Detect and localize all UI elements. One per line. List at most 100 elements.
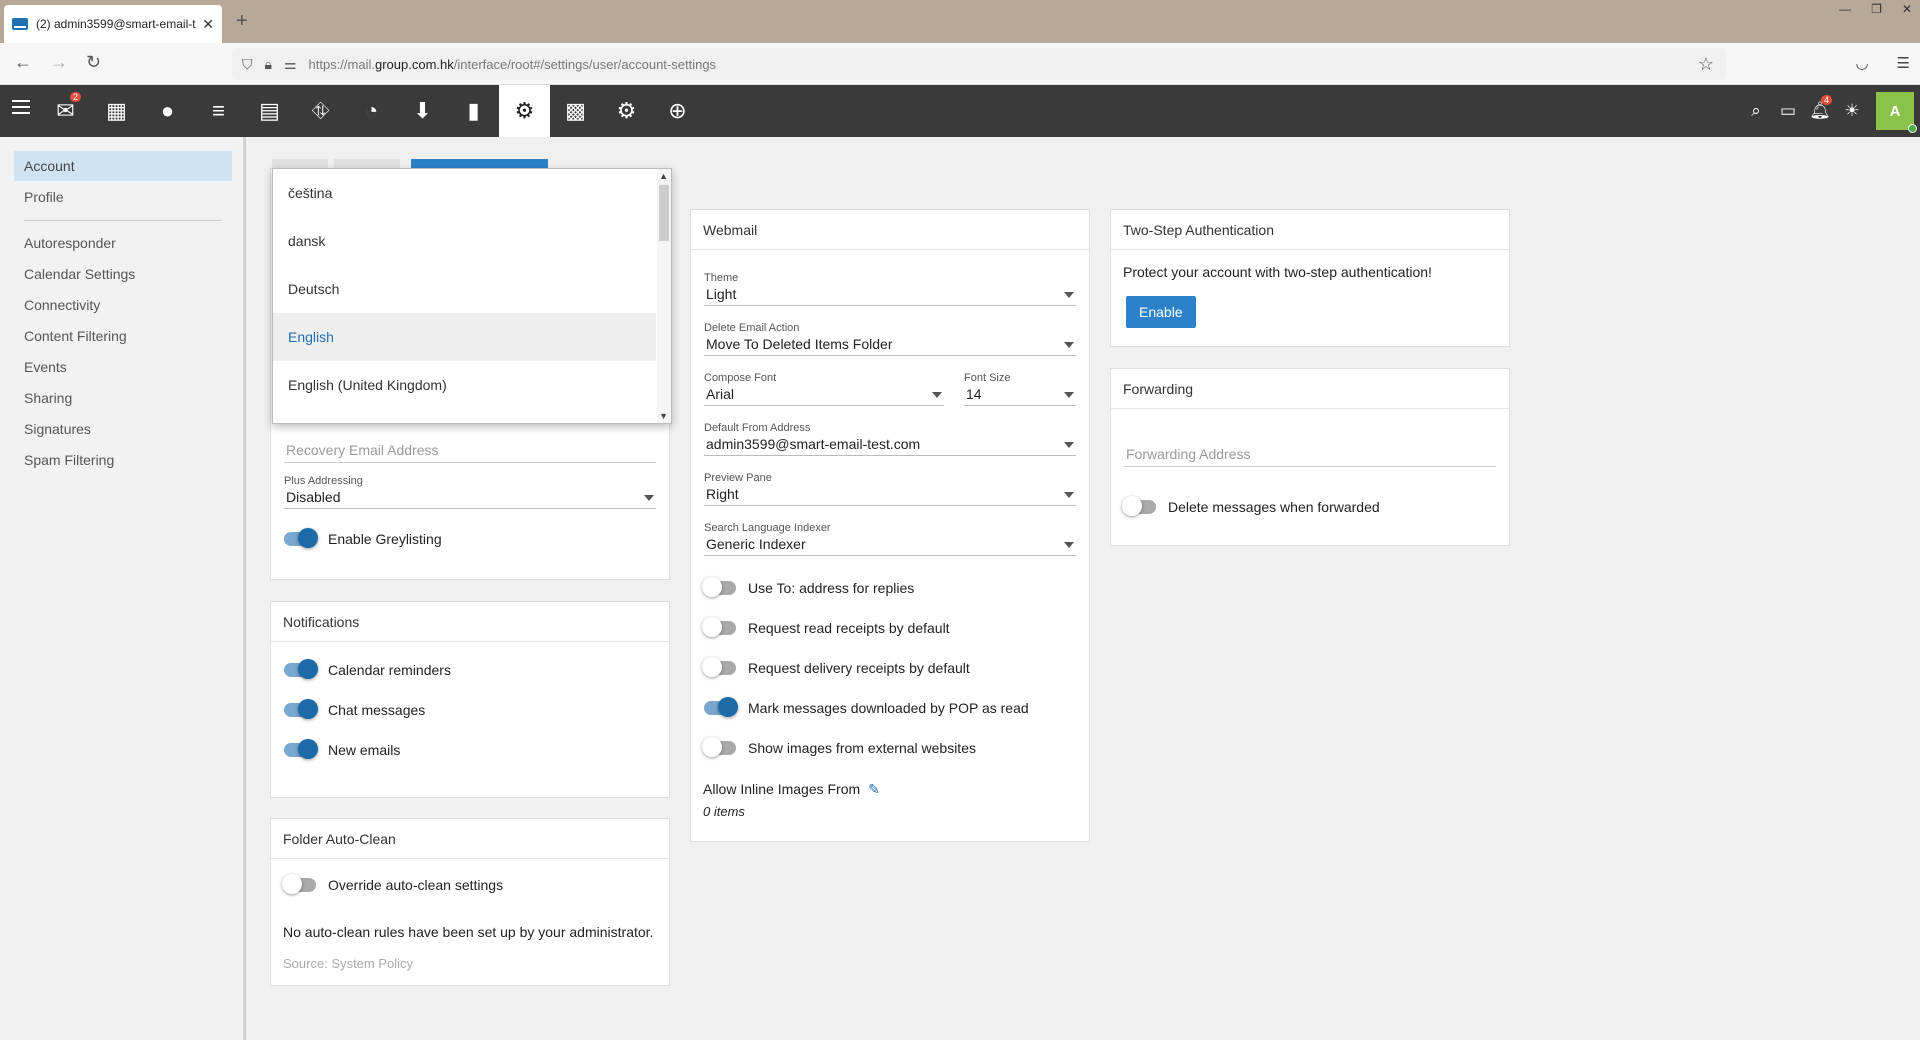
forwarding-address-field[interactable]: Forwarding Address <box>1124 443 1496 467</box>
dropdown-scrollbar[interactable]: ▲ ▼ <box>657 169 671 423</box>
language-option[interactable]: dansk <box>273 217 656 265</box>
settings-sidebar: Account Profile Autoresponder Calendar S… <box>0 137 246 1040</box>
sidebar-item-connectivity[interactable]: Connectivity <box>14 290 232 320</box>
delete-forwarded-toggle[interactable]: Delete messages when forwarded <box>1122 496 1380 516</box>
default-from-address-select[interactable]: Default From Address admin3599@smart-ema… <box>704 422 1076 456</box>
reports-icon[interactable]: ▮ <box>448 85 499 137</box>
language-option[interactable]: čeština <box>273 169 656 217</box>
window-controls: — ❐ ✕ <box>1839 2 1912 16</box>
mail-icon[interactable]: ✉ 2 <box>40 85 91 137</box>
avatar[interactable]: A <box>1876 92 1917 133</box>
settings-gear-icon[interactable]: ⚙ <box>499 85 550 137</box>
forwarding-address-placeholder: Forwarding Address <box>1124 443 1496 467</box>
language-option[interactable]: English (United Kingdom) <box>273 361 656 409</box>
chat-messages-switch[interactable] <box>284 699 318 719</box>
pop-mark-read-switch[interactable] <box>704 697 738 717</box>
auto-clean-note: No auto-clean rules have been set up by … <box>283 924 654 940</box>
theme-sun-icon[interactable]: ☀ <box>1836 101 1868 121</box>
back-icon[interactable]: ← <box>14 52 32 73</box>
app-toolbar: ✉ 2 ▦ ● ≡ ▤ ⛗ ◔ ⬇ ▮ ⚙ ▩ ⚙ ⊕ ⌕ ▭ 🔔︎ 4 ☀ A <box>0 85 1920 137</box>
tasks-icon[interactable]: ≡ <box>193 85 244 137</box>
scroll-up-icon[interactable]: ▲ <box>659 171 668 181</box>
add-circle-icon[interactable]: ⊕ <box>652 85 703 137</box>
chat-messages-toggle[interactable]: Chat messages <box>284 699 425 719</box>
sidebar-item-calendar-settings[interactable]: Calendar Settings <box>14 259 232 289</box>
external-images-toggle[interactable]: Show images from external websites <box>702 737 976 757</box>
rss-icon[interactable]: ◔ <box>346 85 397 137</box>
org-chart-icon[interactable]: ⛗ <box>295 85 346 137</box>
greylisting-toggle[interactable]: Enable Greylisting <box>284 528 442 548</box>
greylisting-switch[interactable] <box>284 528 318 548</box>
edit-pencil-icon[interactable]: ✎ <box>868 781 880 797</box>
calendar-icon[interactable]: ▦ <box>91 85 142 137</box>
language-option[interactable]: Deutsch <box>273 265 656 313</box>
theme-select[interactable]: Theme Light <box>704 272 1076 306</box>
calendar-reminders-toggle[interactable]: Calendar reminders <box>284 659 451 679</box>
language-dropdown[interactable]: čeština dansk Deutsch English English (U… <box>272 168 672 424</box>
notes-icon[interactable]: ▤ <box>244 85 295 137</box>
delivery-receipts-label: Request delivery receipts by default <box>748 660 970 676</box>
chevron-down-icon <box>1064 542 1074 548</box>
font-size-select[interactable]: Font Size 14 <box>964 372 1076 406</box>
override-auto-clean-toggle[interactable]: Override auto-clean settings <box>282 874 503 894</box>
delete-forwarded-switch[interactable] <box>1122 496 1156 516</box>
preview-pane-select[interactable]: Preview Pane Right <box>704 472 1076 506</box>
sidebar-item-account[interactable]: Account <box>14 151 232 181</box>
scrollbar-thumb[interactable] <box>659 185 669 241</box>
reload-icon[interactable]: ↻ <box>86 52 101 73</box>
pocket-icon[interactable]: ◡ <box>1855 54 1868 72</box>
sidebar-item-autoresponder[interactable]: Autoresponder <box>14 228 232 258</box>
search-language-indexer-select[interactable]: Search Language Indexer Generic Indexer <box>704 522 1076 556</box>
new-emails-switch[interactable] <box>284 739 318 759</box>
external-images-switch[interactable] <box>702 737 736 757</box>
close-tab-icon[interactable]: ✕ <box>202 16 214 33</box>
admin-settings-icon[interactable]: ⚙ <box>601 85 652 137</box>
language-option-selected[interactable]: English <box>273 313 656 361</box>
delete-email-action-value: Move To Deleted Items Folder <box>706 336 893 352</box>
delete-forwarded-label: Delete messages when forwarded <box>1168 499 1380 515</box>
address-bar[interactable]: ⛉ 🔒︎ ⚌ https://mail.group.com.hk/interfa… <box>232 48 1726 80</box>
sidebar-item-sharing[interactable]: Sharing <box>14 383 232 413</box>
use-to-address-toggle[interactable]: Use To: address for replies <box>702 577 914 597</box>
read-receipts-switch[interactable] <box>702 617 736 637</box>
calendar-reminders-switch[interactable] <box>284 659 318 679</box>
recovery-email-field[interactable]: Recovery Email Address <box>284 439 656 463</box>
allow-inline-images-row: Allow Inline Images From ✎ <box>703 781 880 798</box>
browser-menu-icon[interactable]: ☰ <box>1897 54 1910 72</box>
new-emails-toggle[interactable]: New emails <box>284 739 400 759</box>
font-size-value: 14 <box>966 386 982 402</box>
hamburger-menu-icon[interactable] <box>12 100 30 114</box>
pop-mark-read-toggle[interactable]: Mark messages downloaded by POP as read <box>704 697 1029 717</box>
plus-addressing-select[interactable]: Plus Addressing Disabled <box>284 475 656 509</box>
url-text: https://mail.group.com.hk/interface/root… <box>308 56 717 72</box>
domain-reports-icon[interactable]: ▩ <box>550 85 601 137</box>
sidebar-item-signatures[interactable]: Signatures <box>14 414 232 444</box>
compose-font-select[interactable]: Compose Font Arial <box>704 372 944 406</box>
delivery-receipts-toggle[interactable]: Request delivery receipts by default <box>702 657 970 677</box>
sidebar-item-events[interactable]: Events <box>14 352 232 382</box>
override-auto-clean-switch[interactable] <box>282 874 316 894</box>
compose-font-value: Arial <box>706 386 735 402</box>
delete-email-action-select[interactable]: Delete Email Action Move To Deleted Item… <box>704 322 1076 356</box>
forward-icon[interactable]: → <box>50 52 68 73</box>
search-icon[interactable]: ⌕ <box>1740 101 1772 121</box>
contacts-icon[interactable]: ● <box>142 85 193 137</box>
bell-icon[interactable]: 🔔︎ 4 <box>1804 95 1836 121</box>
external-images-label: Show images from external websites <box>748 740 976 756</box>
use-to-address-switch[interactable] <box>702 577 736 597</box>
sidebar-item-content-filtering[interactable]: Content Filtering <box>14 321 232 351</box>
new-tab-icon[interactable]: + <box>236 10 248 33</box>
chat-icon[interactable]: ▭ <box>1772 101 1804 121</box>
sidebar-item-spam-filtering[interactable]: Spam Filtering <box>14 445 232 475</box>
read-receipts-toggle[interactable]: Request read receipts by default <box>702 617 950 637</box>
scroll-down-icon[interactable]: ▼ <box>659 411 668 421</box>
minimize-icon[interactable]: — <box>1839 2 1851 16</box>
download-icon[interactable]: ⬇ <box>397 85 448 137</box>
browser-tab[interactable]: (2) admin3599@smart-email-te ✕ <box>4 5 222 43</box>
enable-two-step-button[interactable]: Enable <box>1126 296 1196 328</box>
sidebar-item-profile[interactable]: Profile <box>14 182 232 212</box>
restore-icon[interactable]: ❐ <box>1871 2 1882 16</box>
delivery-receipts-switch[interactable] <box>702 657 736 677</box>
close-window-icon[interactable]: ✕ <box>1902 2 1912 16</box>
bookmark-star-icon[interactable]: ☆ <box>1698 54 1714 75</box>
